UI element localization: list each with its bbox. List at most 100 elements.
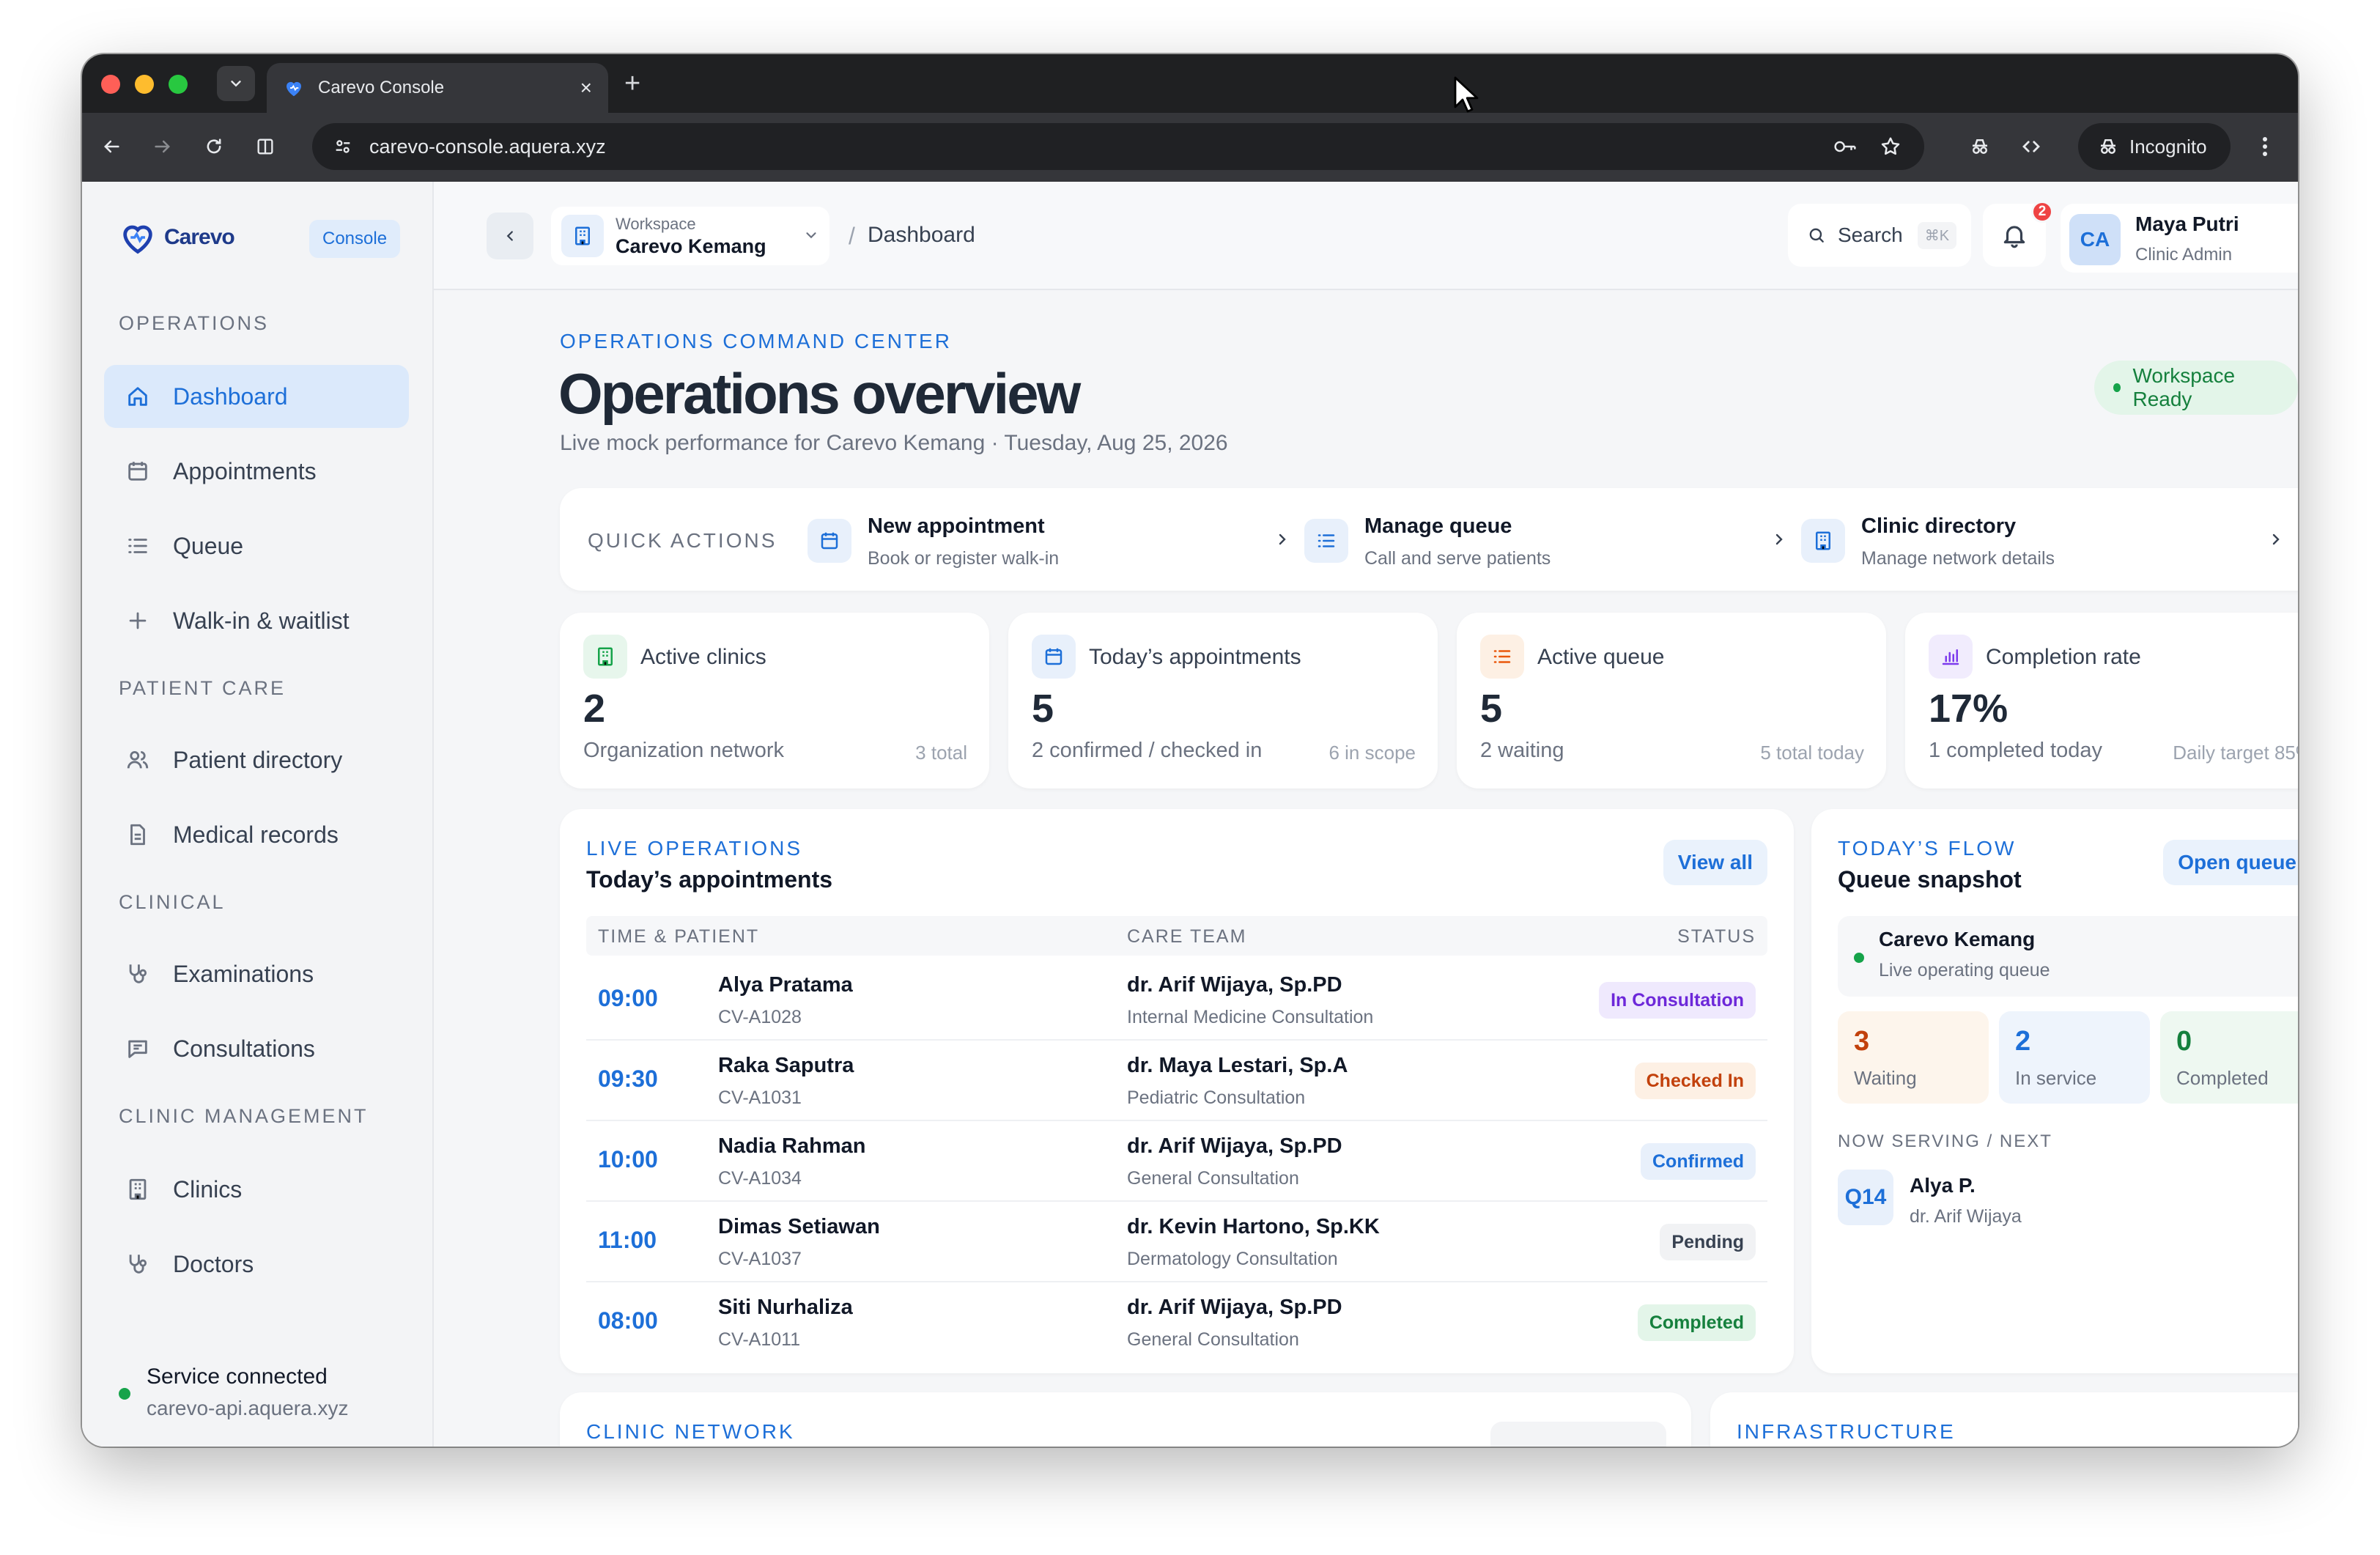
stat-title: Active queue [1537, 645, 1665, 669]
table-row[interactable]: 10:00 Nadia Rahman CV-A1034 dr. Arif Wijaya… [586, 1121, 1767, 1202]
sidebar-item-dashboard[interactable]: Dashboard [104, 365, 409, 428]
chevron-down-icon [2295, 227, 2298, 246]
sidebar-item-label: Examinations [173, 960, 314, 987]
bar-chart-icon [1929, 635, 1973, 679]
reload-icon[interactable] [199, 132, 229, 161]
incognito-extension-icon[interactable] [1965, 132, 1995, 161]
quick-action-title: New appointment [868, 514, 1045, 538]
queue-stat-label: Waiting [1854, 1067, 1917, 1089]
clinic-network-action[interactable] [1490, 1422, 1666, 1447]
table-row[interactable]: 11:00 Dimas Setiawan CV-A1037 dr. Kevin Har… [586, 1202, 1767, 1282]
minimize-window-button[interactable] [135, 75, 154, 94]
queue-stat-label: Completed [2176, 1067, 2269, 1089]
stat-title: Today’s appointments [1089, 645, 1301, 669]
tab-bar: Carevo Console × + [82, 54, 2298, 113]
close-tab-icon[interactable]: × [580, 76, 592, 100]
incognito-indicator[interactable]: Incognito [2078, 123, 2231, 170]
search-label: Search [1838, 224, 1903, 246]
stat-value: 17% [1929, 687, 2008, 731]
serving-patient: Alya P. [1910, 1174, 1976, 1197]
section-label-patient-care: PATIENT CARE [119, 677, 287, 699]
site-settings-icon[interactable] [333, 136, 353, 157]
queue-token: Q14 [1838, 1170, 1893, 1225]
consultation-type: Pediatric Consultation [1127, 1087, 1306, 1108]
sidebar-item-label: Clinics [173, 1175, 243, 1203]
patient-name: Nadia Rahman [718, 1134, 866, 1158]
side-panel-icon[interactable] [251, 132, 280, 161]
stat-card-appointments: Today’s appointments 5 2 confirmed / che… [1008, 613, 1438, 788]
calendar-icon [125, 458, 151, 484]
calendar-icon [808, 519, 851, 563]
sidebar-item-examinations[interactable]: Examinations [104, 942, 409, 1005]
sidebar-item-walk-in[interactable]: Walk-in & waitlist [104, 589, 409, 652]
view-all-button[interactable]: View all [1663, 840, 1767, 885]
doctor-name: dr. Arif Wijaya, Sp.PD [1127, 973, 1342, 997]
queue-snapshot-card: TODAY’S FLOW Queue snapshot Open queue C… [1811, 809, 2298, 1373]
sidebar-item-medical-records[interactable]: Medical records [104, 803, 409, 866]
user-name: Maya Putri [2135, 213, 2239, 235]
forward-arrow-icon[interactable] [148, 132, 177, 161]
sidebar-item-appointments[interactable]: Appointments [104, 440, 409, 503]
chevron-right-icon [1775, 533, 1783, 545]
consultation-type: General Consultation [1127, 1168, 1299, 1189]
consultation-type: Internal Medicine Consultation [1127, 1007, 1374, 1027]
sidebar-item-label: Queue [173, 532, 244, 559]
quick-action-desc: Call and serve patients [1364, 548, 1551, 569]
appointments-eyebrow: LIVE OPERATIONS [586, 837, 802, 860]
building-icon [1801, 519, 1845, 563]
maximize-window-button[interactable] [169, 75, 188, 94]
status-badge: Checked In [1634, 1063, 1756, 1099]
document-icon [125, 821, 151, 848]
devtools-code-icon[interactable] [2017, 132, 2046, 161]
quick-action-new-appointment[interactable]: New appointment Book or register walk-in [808, 511, 1291, 570]
status-dot [1854, 953, 1864, 963]
main-content: OPERATIONS COMMAND CENTER Operations ove… [434, 290, 2298, 1447]
doctor-name: dr. Kevin Hartono, Sp.KK [1127, 1215, 1380, 1238]
user-menu[interactable]: CA Maya Putri Clinic Admin [2061, 204, 2298, 273]
list-icon [1304, 519, 1348, 563]
password-key-icon[interactable] [1830, 132, 1860, 161]
sidebar-item-patient-directory[interactable]: Patient directory [104, 728, 409, 791]
doctor-name: dr. Arif Wijaya, Sp.PD [1127, 1296, 1342, 1319]
table-row[interactable]: 08:00 Siti Nurhaliza CV-A1011 dr. Arif Wija… [586, 1282, 1767, 1363]
queue-eyebrow: TODAY’S FLOW [1838, 837, 2017, 860]
quick-action-manage-queue[interactable]: Manage queue Call and serve patients [1304, 511, 1788, 570]
stat-subtitle: 2 waiting [1480, 739, 1564, 762]
bookmark-star-icon[interactable] [1876, 132, 1905, 161]
brand-logo[interactable]: Carevo [119, 218, 235, 256]
search-button[interactable]: Search ⌘K [1788, 204, 1971, 267]
table-row[interactable]: 09:00 Alya Pratama CV-A1028 dr. Arif Wijaya… [586, 960, 1767, 1041]
url-field[interactable]: carevo-console.aquera.xyz [312, 123, 1924, 170]
queue-clinic: Carevo Kemang Live operating queue [1838, 916, 2298, 997]
tab-search-button[interactable] [217, 66, 255, 101]
sidebar-item-label: Walk-in & waitlist [173, 607, 350, 634]
incognito-icon [2101, 139, 2115, 154]
appointment-time: 08:00 [598, 1307, 658, 1334]
quick-action-clinic-directory[interactable]: Clinic directory Manage network details [1801, 511, 2285, 570]
patient-id: CV-A1028 [718, 1007, 802, 1027]
sidebar-item-clinics[interactable]: Clinics [104, 1158, 409, 1221]
serving-doctor: dr. Arif Wijaya [1910, 1206, 2022, 1227]
sidebar-item-doctors[interactable]: Doctors [104, 1233, 409, 1296]
workspace-switcher[interactable]: Workspace Carevo Kemang [551, 207, 829, 265]
browser-menu-icon[interactable] [2254, 132, 2276, 161]
sidebar-item-label: Medical records [173, 821, 339, 848]
queue-clinic-name: Carevo Kemang [1879, 928, 2036, 950]
browser-window: Carevo Console × + carevo-console.aquera… [82, 54, 2298, 1447]
quick-actions-bar: QUICK ACTIONS New appointment Book or re… [560, 488, 2298, 591]
table-row[interactable]: 09:30 Raka Saputra CV-A1031 dr. Maya Lestar… [586, 1041, 1767, 1121]
back-arrow-icon[interactable] [97, 132, 126, 161]
collapse-sidebar-button[interactable] [487, 213, 533, 259]
quick-actions-label: QUICK ACTIONS [588, 529, 777, 552]
open-queue-button[interactable]: Open queue [2163, 840, 2298, 885]
browser-tab[interactable]: Carevo Console × [267, 63, 608, 113]
close-window-button[interactable] [101, 75, 120, 94]
quick-action-title: Manage queue [1364, 514, 1512, 538]
patient-id: CV-A1034 [718, 1168, 802, 1189]
stat-subtitle: 2 confirmed / checked in [1032, 739, 1263, 762]
patient-name: Alya Pratama [718, 973, 853, 997]
sidebar-item-queue[interactable]: Queue [104, 514, 409, 577]
new-tab-button[interactable]: + [624, 69, 640, 98]
table-header: TIME & PATIENT CARE TEAM STATUS [586, 916, 1767, 956]
sidebar-item-consultations[interactable]: Consultations [104, 1017, 409, 1080]
